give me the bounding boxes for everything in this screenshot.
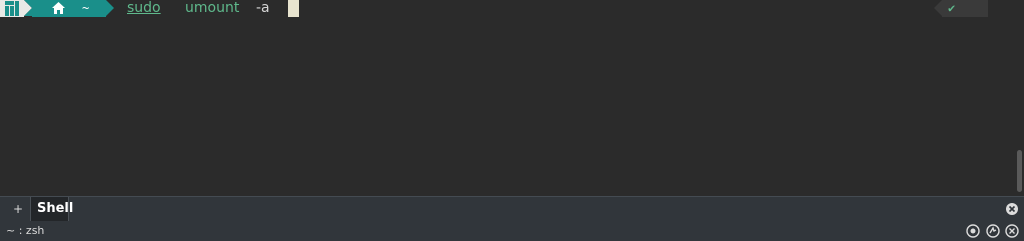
monitor-silence-icon[interactable] xyxy=(986,224,1000,238)
close-session-icon[interactable] xyxy=(1005,224,1019,238)
command-argument: -a xyxy=(256,0,270,16)
terminal-view[interactable]: ~ sudo umount -a ✔ xyxy=(0,0,1024,196)
prompt-status-segment: ✔ xyxy=(934,0,988,17)
terminal-scrollbar[interactable] xyxy=(1014,0,1024,196)
close-tab-icon[interactable] xyxy=(1005,202,1019,216)
new-tab-button[interactable]: + xyxy=(10,200,26,218)
session-status-text: ~ : zsh xyxy=(6,224,45,237)
command-sudo: sudo xyxy=(127,0,161,16)
tab-label: Shell xyxy=(37,201,74,216)
command-umount: umount xyxy=(185,0,240,16)
scrollbar-thumb[interactable] xyxy=(1017,150,1022,192)
tab-bar: + Shell xyxy=(0,196,1024,221)
status-bar: ~ : zsh xyxy=(0,221,1024,241)
prompt-directory: ~ xyxy=(82,1,90,15)
tab-shell[interactable]: Shell xyxy=(30,197,73,221)
home-icon xyxy=(52,2,65,14)
success-check-icon: ✔ xyxy=(948,1,956,15)
text-cursor xyxy=(288,0,299,17)
manjaro-logo-icon xyxy=(5,1,19,16)
prompt-directory-segment: ~ xyxy=(24,0,114,17)
monitor-activity-icon[interactable] xyxy=(966,224,980,238)
prompt-os-segment xyxy=(0,0,32,17)
